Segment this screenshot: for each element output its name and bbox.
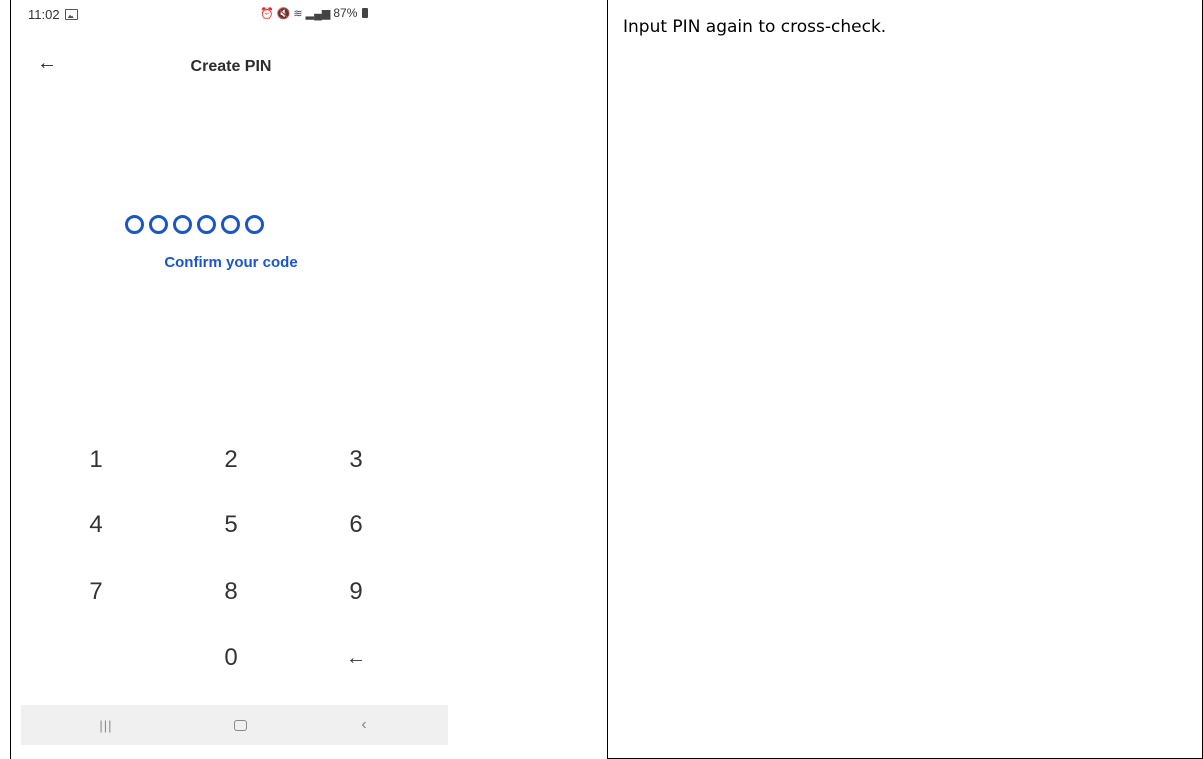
signal-icon: ▂▄▆: [305, 7, 331, 20]
key-7[interactable]: 7: [66, 567, 126, 617]
page-title: Create PIN: [190, 58, 272, 75]
key-8[interactable]: 8: [201, 567, 261, 617]
recents-icon[interactable]: |||: [91, 715, 121, 735]
key-9[interactable]: 9: [326, 567, 386, 617]
pin-dot-6: [245, 215, 264, 234]
status-icons: ⏰ 🔇 ≋ ▂▄▆ 87%: [260, 6, 369, 20]
instruction-note: Input PIN again to cross-check.: [623, 17, 887, 37]
status-time: 11:02: [28, 7, 60, 22]
pin-indicator: [125, 215, 264, 234]
pin-dot-3: [173, 215, 192, 234]
battery-icon: [362, 8, 369, 18]
app-bar: ← Create PIN: [11, 50, 451, 90]
battery-level: 87%: [333, 6, 358, 20]
gallery-icon: [64, 9, 78, 20]
key-2[interactable]: 2: [201, 435, 261, 485]
key-6[interactable]: 6: [326, 500, 386, 550]
status-time-group: 11:02: [28, 7, 78, 22]
pin-dot-2: [149, 215, 168, 234]
wifi-icon: ≋: [293, 7, 303, 20]
key-1[interactable]: 1: [66, 435, 126, 485]
chevron-left-icon[interactable]: ‹: [349, 715, 379, 735]
home-icon[interactable]: [225, 715, 255, 735]
backspace-icon[interactable]: ←: [326, 633, 386, 683]
pin-dot-4: [197, 215, 216, 234]
alarm-icon: ⏰: [260, 7, 274, 20]
pin-dot-1: [125, 215, 144, 234]
key-0[interactable]: 0: [201, 633, 261, 683]
key-5[interactable]: 5: [201, 500, 261, 550]
cell-divider: [607, 0, 608, 759]
key-3[interactable]: 3: [326, 435, 386, 485]
pin-caption: Confirm your code: [164, 254, 298, 271]
system-nav-bar: ||| ‹: [21, 705, 448, 745]
key-4[interactable]: 4: [66, 500, 126, 550]
pin-dot-5: [221, 215, 240, 234]
status-bar: 11:02 ⏰ 🔇 ≋ ▂▄▆ 87%: [11, 0, 607, 26]
phone-screenshot: 11:02 ⏰ 🔇 ≋ ▂▄▆ 87% ← Create PIN Confirm…: [11, 0, 607, 759]
mute-icon: 🔇: [276, 7, 291, 20]
